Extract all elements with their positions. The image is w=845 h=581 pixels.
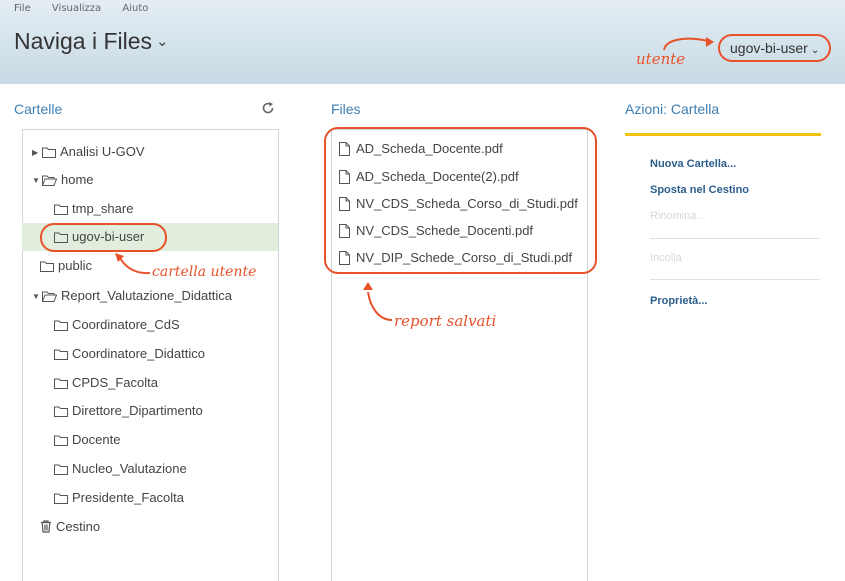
folder-icon — [54, 204, 68, 215]
new-folder-action[interactable]: Nuova Cartella... — [650, 158, 736, 170]
folder-presidente-facolta[interactable]: Presidente_Facolta — [54, 484, 184, 512]
folder-open-icon — [41, 175, 58, 186]
menu-file[interactable]: File — [14, 3, 31, 14]
folder-coordinatore-cds[interactable]: Coordinatore_CdS — [54, 311, 180, 339]
move-to-trash-action[interactable]: Sposta nel Cestino — [650, 184, 749, 196]
menu-view[interactable]: Visualizza — [52, 3, 101, 14]
folder-icon — [54, 349, 68, 360]
folder-icon — [42, 147, 56, 158]
folder-label: Report_Valutazione_Didattica — [61, 288, 233, 303]
folder-icon — [54, 378, 68, 389]
folder-docente[interactable]: Docente — [54, 426, 120, 454]
actions-divider — [650, 279, 820, 280]
highlight-saved-reports — [324, 127, 597, 274]
user-menu[interactable]: ugov-bi-user ⌄ — [718, 34, 831, 62]
page-title-text: Naviga i Files — [14, 28, 153, 54]
folder-label: home — [61, 172, 94, 187]
folder-analisi-ugov[interactable]: ▶ Analisi U-GOV — [32, 138, 145, 166]
actions-title-underline — [625, 133, 821, 136]
actions-title: Azioni: Cartella — [625, 101, 720, 117]
annotation-arrow-icon — [363, 282, 393, 321]
caret-down-icon[interactable]: ▼ — [32, 167, 42, 195]
chevron-down-icon: ⌄ — [156, 33, 169, 50]
annotation-user-folder: cartella utente — [152, 264, 257, 280]
folder-open-icon — [41, 291, 58, 302]
folder-label: Presidente_Facolta — [72, 490, 185, 505]
folder-label: public — [58, 258, 92, 273]
folder-home[interactable]: ▼ home — [32, 166, 94, 194]
caret-right-icon[interactable]: ▶ — [32, 139, 42, 167]
folder-label: Direttore_Dipartimento — [72, 403, 203, 418]
folder-direttore-dipartimento[interactable]: Direttore_Dipartimento — [54, 397, 203, 425]
folder-label: Docente — [72, 432, 121, 447]
page-title[interactable]: Naviga i Files ⌄ — [14, 28, 169, 55]
annotation-arrow-icon — [115, 253, 151, 275]
folder-icon — [54, 406, 68, 417]
menu-help[interactable]: Aiuto — [122, 3, 148, 14]
folder-cpds-facolta[interactable]: CPDS_Facolta — [54, 369, 158, 397]
refresh-icon[interactable] — [261, 101, 275, 115]
trash-icon — [41, 520, 51, 533]
actions-divider — [650, 238, 820, 239]
caret-down-icon[interactable]: ▼ — [32, 283, 42, 311]
annotation-saved-reports: report salvati — [394, 312, 497, 330]
folder-label: Coordinatore_Didattico — [72, 346, 205, 361]
folder-icon — [54, 464, 68, 475]
folder-nucleo-valutazione[interactable]: Nucleo_Valutazione — [54, 455, 187, 483]
folder-coordinatore-didattico[interactable]: Coordinatore_Didattico — [54, 340, 205, 368]
annotation-arrow-icon — [663, 37, 714, 51]
folder-label: CPDS_Facolta — [72, 375, 158, 390]
rename-action: Rinomina... — [650, 210, 706, 222]
folders-title: Cartelle — [14, 101, 63, 117]
files-title: Files — [331, 101, 361, 117]
properties-action[interactable]: Proprietà... — [650, 295, 707, 307]
folder-label: Analisi U-GOV — [60, 144, 145, 159]
folder-public[interactable]: public — [40, 252, 92, 280]
folder-label: Cestino — [56, 519, 101, 534]
chevron-down-icon: ⌄ — [810, 45, 820, 56]
folder-icon — [54, 320, 68, 331]
folder-cestino[interactable]: Cestino — [40, 513, 100, 541]
paste-action: Incolla — [650, 252, 682, 264]
folder-icon — [54, 493, 68, 504]
user-name: ugov-bi-user — [730, 40, 808, 56]
folder-label: Coordinatore_CdS — [72, 317, 180, 332]
menu-bar: File Visualizza Aiuto — [14, 3, 166, 14]
folder-label: Nucleo_Valutazione — [72, 461, 187, 476]
folder-tmp-share[interactable]: tmp_share — [54, 195, 133, 223]
folder-report-valutazione-didattica[interactable]: ▼ Report_Valutazione_Didattica — [32, 282, 232, 310]
folder-icon — [40, 261, 54, 272]
folder-label: tmp_share — [72, 201, 134, 216]
folder-icon — [54, 435, 68, 446]
